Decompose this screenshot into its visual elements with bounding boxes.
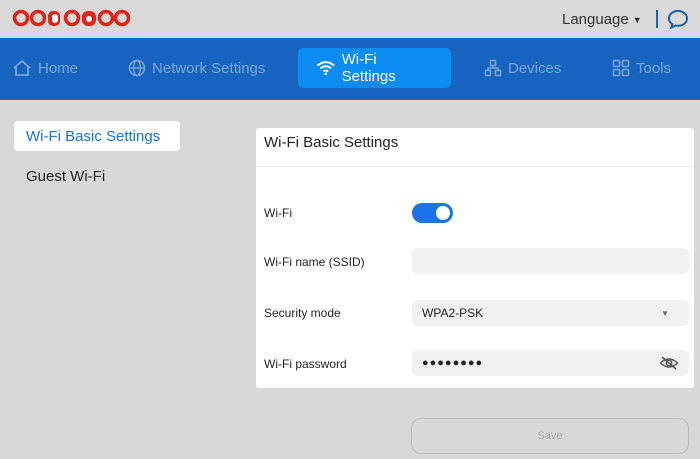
panel-divider [256, 166, 694, 167]
header-divider [656, 10, 658, 28]
globe-icon [128, 59, 146, 77]
nav-network-settings-label: Network Settings [152, 59, 266, 77]
logo-graphic [12, 9, 130, 27]
sidebar-item-wifi-basic-settings[interactable]: Wi-Fi Basic Settings [14, 121, 180, 151]
wifi-password-field[interactable]: ●●●●●●●● [412, 350, 689, 376]
tools-icon [612, 59, 630, 77]
devices-icon [484, 59, 502, 77]
nav-devices[interactable]: Devices [484, 48, 561, 88]
language-label: Language [562, 11, 629, 28]
wifi-label: Wi-Fi [264, 206, 292, 220]
nav-tools[interactable]: Tools [612, 48, 671, 88]
nav-wifi-settings[interactable]: Wi-Fi Settings [298, 48, 451, 88]
wifi-password-label: Wi-Fi password [264, 357, 347, 371]
caret-down-icon: ▼ [661, 309, 669, 318]
eye-slash-icon[interactable] [659, 355, 679, 374]
wifi-icon [316, 61, 335, 76]
nav-home[interactable]: Home [12, 48, 78, 88]
wifi-password-value: ●●●●●●●● [422, 357, 484, 369]
sidebar-item-label: Guest Wi-Fi [26, 167, 106, 185]
sidebar-item-guest-wifi[interactable]: Guest Wi-Fi [14, 161, 117, 191]
ssid-field[interactable] [412, 248, 689, 274]
nav-wifi-settings-label: Wi-Fi Settings [341, 51, 396, 85]
ssid-label: Wi-Fi name (SSID) [264, 255, 365, 269]
home-icon [13, 59, 31, 76]
toggle-knob [436, 206, 450, 220]
sidebar-item-label: Wi-Fi Basic Settings [26, 127, 161, 145]
nav-devices-label: Devices [508, 59, 562, 77]
chat-icon[interactable] [667, 9, 689, 34]
ssid-input[interactable] [422, 254, 679, 268]
nav-tools-label: Tools [636, 59, 672, 77]
panel-title: Wi-Fi Basic Settings [264, 134, 399, 151]
security-mode-label: Security mode [264, 306, 341, 320]
nav-home-label: Home [38, 59, 79, 77]
wifi-basic-settings-panel: Wi-Fi Basic Settings Wi-Fi Wi-Fi name (S… [256, 128, 694, 388]
wifi-toggle[interactable] [412, 203, 453, 223]
main-nav: Home Network Settings Wi-Fi Settings Dev… [0, 38, 700, 100]
ooredoo-logo[interactable] [12, 6, 130, 30]
security-mode-value: WPA2-PSK [422, 306, 484, 320]
top-bar: Language ▼ [0, 0, 700, 38]
security-mode-select[interactable]: WPA2-PSK ▼ [412, 300, 689, 326]
save-button[interactable]: Save [411, 418, 689, 454]
language-selector[interactable]: Language ▼ [562, 11, 642, 28]
nav-network-settings[interactable]: Network Settings [128, 48, 265, 88]
caret-down-icon: ▼ [632, 14, 642, 25]
